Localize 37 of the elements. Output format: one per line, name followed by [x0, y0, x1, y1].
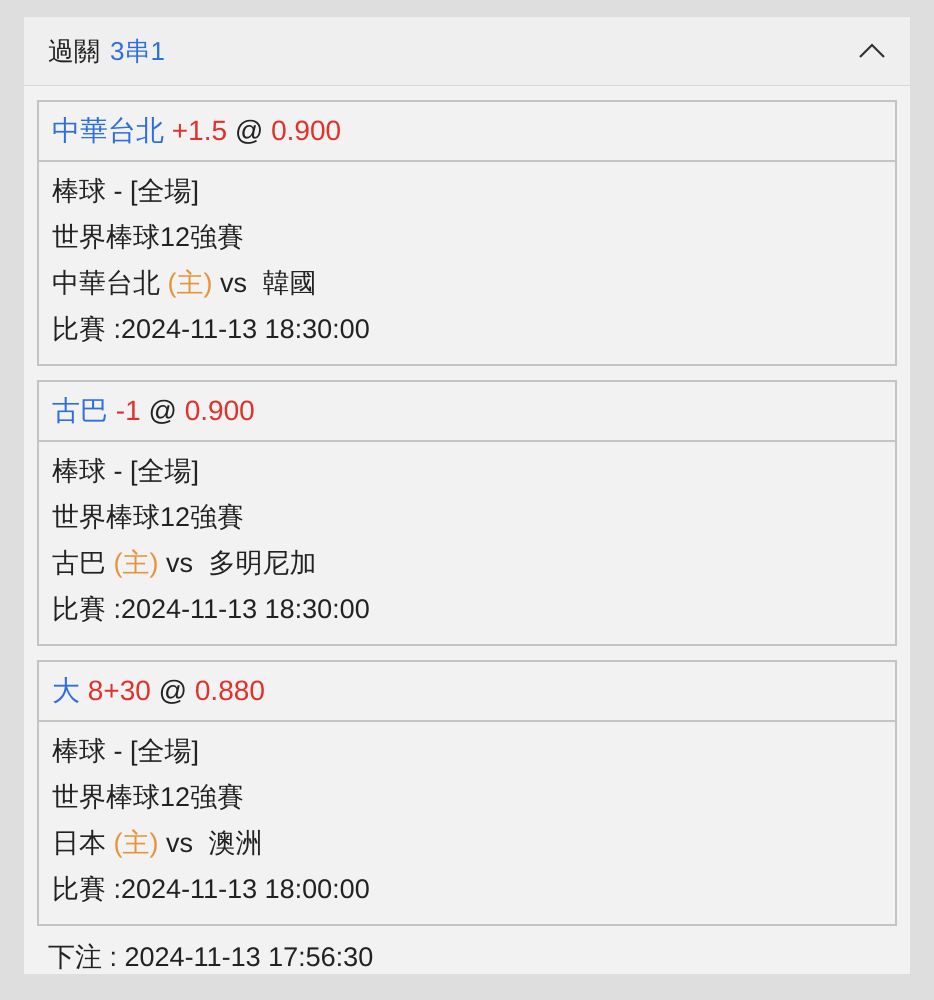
home-team: 古巴 — [52, 548, 106, 578]
league-name: 世界棒球12強賽 — [52, 782, 244, 812]
away-team: 韓國 — [262, 268, 317, 298]
league-name: 世界棒球12強賽 — [52, 222, 244, 252]
league-name: 世界棒球12強賽 — [52, 502, 244, 532]
vs-label: vs — [166, 548, 194, 578]
sport-label: 棒球 - [全場] — [52, 176, 199, 206]
selection-name: 古巴 — [52, 395, 108, 426]
section-title: 過關 — [48, 36, 100, 66]
at-sign: @ — [148, 395, 177, 426]
vs-label: vs — [220, 268, 248, 298]
home-tag: (主) — [114, 828, 158, 858]
match-time: 比賽 :2024-11-13 18:30:00 — [52, 594, 370, 624]
away-team: 多明尼加 — [208, 548, 317, 578]
home-team: 日本 — [52, 828, 106, 858]
sport-label: 棒球 - [全場] — [52, 456, 199, 486]
at-sign: @ — [158, 675, 188, 706]
bet-time: 下注 : 2024-11-13 17:56:30 — [48, 942, 374, 972]
parlay-type: 3串1 — [110, 36, 165, 66]
home-tag: (主) — [114, 548, 158, 578]
match-time: 比賽 :2024-11-13 18:30:00 — [52, 314, 370, 344]
home-tag: (主) — [168, 268, 212, 298]
home-team: 中華台北 — [52, 268, 160, 298]
at-sign: @ — [234, 115, 264, 146]
selection-name: 大 — [52, 675, 80, 706]
match-time: 比賽 :2024-11-13 18:00:00 — [52, 874, 370, 904]
selection-name: 中華台北 — [52, 115, 164, 146]
odds-value: 0.880 — [194, 675, 265, 706]
sport-label: 棒球 - [全場] — [52, 736, 199, 766]
odds-value: 0.900 — [184, 395, 255, 426]
odds-value: 0.900 — [271, 115, 342, 146]
vs-label: vs — [166, 828, 194, 858]
handicap-line: -1 — [116, 395, 141, 426]
handicap-line: 8+30 — [88, 675, 151, 706]
handicap-line: +1.5 — [172, 115, 228, 146]
away-team: 澳洲 — [208, 828, 263, 858]
chevron-up-icon[interactable] — [858, 43, 886, 59]
